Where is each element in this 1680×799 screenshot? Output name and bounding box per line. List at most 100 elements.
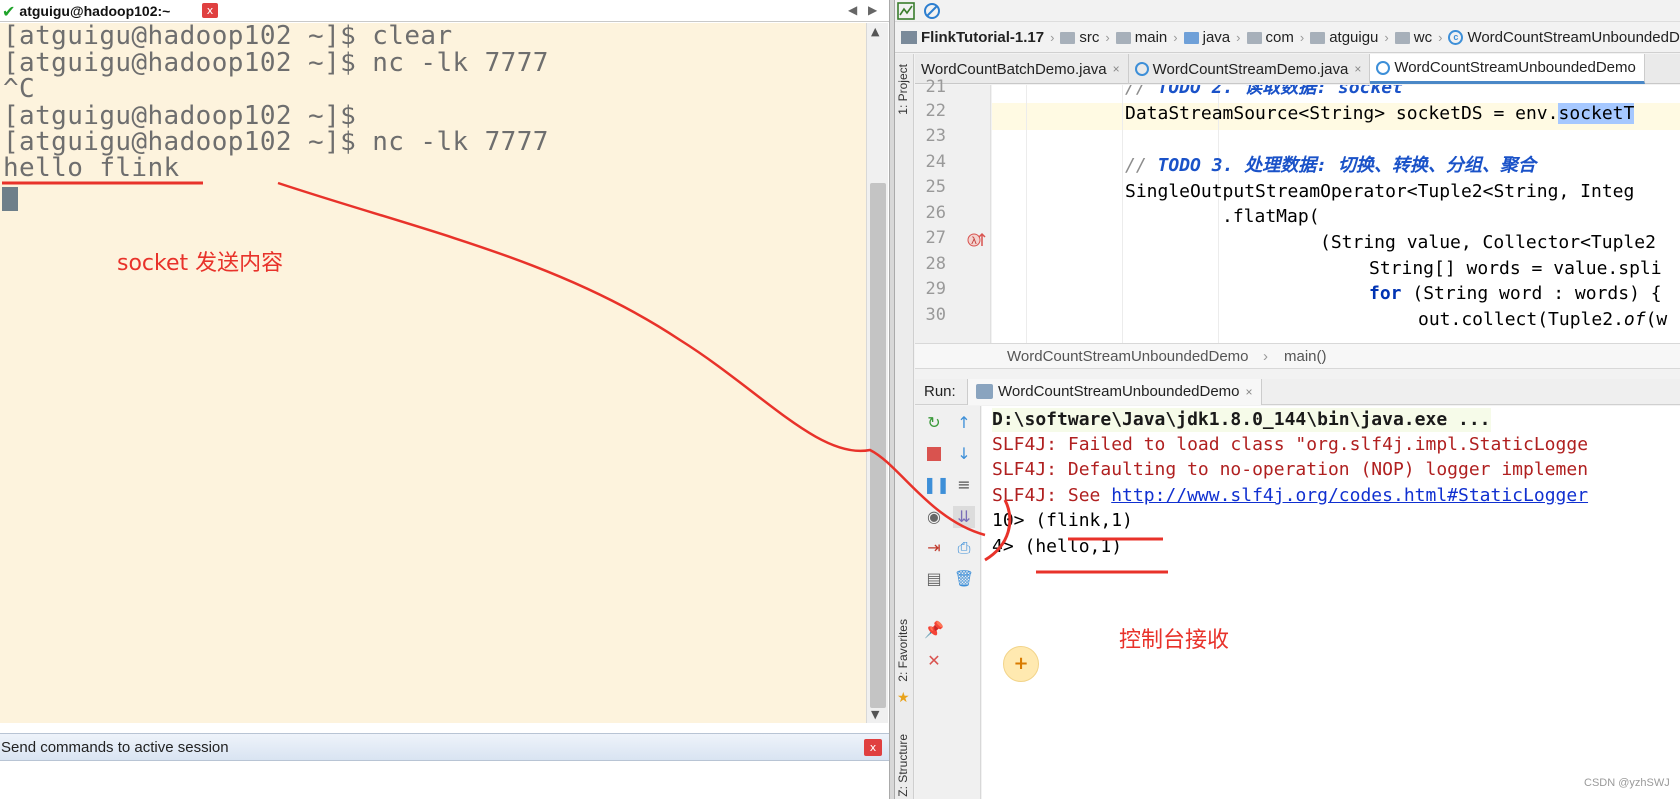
run-panel-header: Run: WordCountStreamUnboundedDemo × — [915, 379, 1680, 405]
slf4j-docs-link[interactable]: http://www.slf4j.org/codes.html#StaticLo… — [1111, 485, 1588, 506]
exit-icon[interactable]: ⇥ — [923, 537, 945, 559]
soft-wrap-icon[interactable]: ≡ — [953, 474, 975, 496]
tool-window-strip: 1: Project 2: Favorites ★ Z: Structure — [895, 54, 914, 799]
line-number-gutter: 21 22 23 24 25 26 27 28 29 30 λ — [915, 77, 991, 343]
close-run-tab-icon[interactable]: × — [1246, 385, 1253, 399]
code-line-22: DataStreamSource<String> socketDS = env.… — [1125, 103, 1635, 124]
terminal-session-tab[interactable]: ✔ atguigu@hadoop102:~ — [0, 0, 170, 22]
close-tab-icon[interactable]: × — [1113, 62, 1120, 76]
breadcrumb-wc[interactable]: wc — [1389, 29, 1438, 46]
breadcrumb-class[interactable]: cWordCountStreamUnboundedDemo — [1442, 29, 1680, 46]
clear-all-icon[interactable]: 🗑 — [953, 568, 975, 590]
breadcrumb-java[interactable]: java — [1178, 29, 1237, 46]
scroll-up-icon[interactable]: ▲ — [871, 25, 879, 38]
terminal-line: ^C — [3, 74, 36, 104]
line-number: 29 — [925, 279, 946, 299]
structure-tool-button[interactable]: Z: Structure — [896, 734, 910, 797]
folder-icon — [1060, 31, 1076, 44]
tab-wordcountbatchdemo[interactable]: WordCountBatchDemo.java × — [915, 54, 1129, 84]
connected-check-icon: ✔ — [2, 1, 16, 21]
terminal-line: [atguigu@hadoop102 ~]$ clear — [3, 23, 453, 51]
lambda-override-icon[interactable]: λ — [967, 231, 987, 249]
console-line: SLF4J: Defaulting to no-operation (NOP) … — [992, 459, 1589, 480]
terminal-cursor — [2, 187, 18, 211]
terminal-scrollbar[interactable]: ▲ ▼ — [866, 23, 888, 723]
terminal-line: hello flink — [3, 153, 180, 183]
scroll-to-end-icon[interactable]: ⇊ — [953, 506, 975, 528]
breadcrumb-project[interactable]: FlinkTutorial-1.17 — [895, 29, 1050, 46]
run-config-icon — [976, 384, 993, 399]
terminal-session-title: atguigu@hadoop102:~ — [19, 3, 171, 19]
watermark: CSDN @yzhSWJ — [1584, 777, 1670, 789]
run-toolbar: ↻ ↑ ↓ ❚❚ ≡ ◉ ⇊ ⇥ ⎙ ▤ 🗑 📌 ✕ — [915, 406, 981, 799]
code-line-28: String[] words = value.spli — [1369, 258, 1662, 279]
console-line: SLF4J: See http://www.slf4j.org/codes.ht… — [992, 485, 1589, 506]
close-tab-icon[interactable]: × — [1354, 62, 1361, 76]
terminal-line: [atguigu@hadoop102 ~]$ nc -lk 7777 — [3, 48, 549, 78]
console-line: SLF4J: Failed to load class "org.slf4j.i… — [992, 434, 1589, 455]
class-icon — [1134, 62, 1149, 76]
selected-text: socketT — [1558, 103, 1635, 124]
run-console-output[interactable]: D:\software\Java\jdk1.8.0_144\bin\java.e… — [982, 406, 1680, 799]
tab-wordcountstreamdemo[interactable]: WordCountStreamDemo.java × — [1129, 54, 1371, 84]
no-entry-icon[interactable] — [923, 2, 941, 20]
terminal-titlebar: ✔ atguigu@hadoop102:~ x ◀ ▶ — [0, 0, 889, 22]
scroll-down-arrow-icon[interactable]: ↓ — [953, 443, 975, 465]
next-tab-icon[interactable]: ▶ — [868, 3, 877, 17]
folder-icon — [1394, 31, 1410, 44]
rerun-icon[interactable]: ↻ — [923, 412, 945, 434]
breadcrumb-main[interactable]: main — [1110, 29, 1174, 46]
scroll-up-arrow-icon[interactable]: ↑ — [953, 412, 975, 434]
class-icon — [1376, 60, 1391, 75]
send-commands-bar: Send commands to active session x — [0, 733, 889, 761]
send-commands-input[interactable] — [0, 762, 889, 799]
code-line-29: for (String word : words) { — [1369, 283, 1662, 304]
send-commands-label: Send commands to active session — [1, 739, 229, 756]
close-icon[interactable]: ✕ — [923, 650, 945, 672]
close-session-button[interactable]: x — [202, 3, 218, 18]
scroll-down-icon[interactable]: ▼ — [871, 708, 879, 721]
line-number: 26 — [925, 203, 946, 223]
annotation-socket-send: socket 发送内容 — [117, 251, 284, 276]
line-number: 23 — [925, 126, 946, 146]
ide-toolbar — [895, 0, 1680, 22]
close-send-bar-button[interactable]: x — [864, 739, 882, 756]
run-panel-label: Run: — [924, 383, 956, 400]
line-number: 22 — [925, 101, 946, 121]
breadcrumb-atguigu[interactable]: atguigu — [1304, 29, 1384, 46]
svg-text:λ: λ — [971, 236, 977, 247]
run-config-tab[interactable]: WordCountStreamUnboundedDemo × — [967, 379, 1262, 405]
breadcrumb-src[interactable]: src — [1054, 29, 1105, 46]
code-line-24: // TODO 3. 处理数据: 切换、转换、分组、聚合 — [1125, 155, 1536, 176]
add-floating-button[interactable]: + — [1003, 646, 1039, 682]
dump-threads-icon[interactable]: ◉ — [923, 506, 945, 528]
pin-icon[interactable]: 📌 — [923, 619, 945, 641]
favorites-tool-button[interactable]: 2: Favorites — [896, 619, 910, 682]
method-crumb-class[interactable]: WordCountStreamUnboundedDemo — [1007, 348, 1249, 365]
pause-icon[interactable]: ❚❚ — [923, 474, 950, 496]
code-line-27: (String value, Collector<Tuple2 — [1320, 232, 1656, 253]
layout-icon[interactable]: ▤ — [923, 568, 945, 590]
terminal-window: ✔ atguigu@hadoop102:~ x ◀ ▶ [atguigu@had… — [0, 0, 889, 799]
star-icon: ★ — [897, 690, 910, 706]
stop-icon[interactable] — [923, 443, 945, 465]
prev-tab-icon[interactable]: ◀ — [848, 3, 857, 17]
print-icon[interactable]: ⎙ — [953, 537, 975, 559]
code-editor[interactable]: // TODO 2. 读取数据: socket DataStreamSource… — [992, 85, 1680, 343]
project-tool-button[interactable]: 1: Project — [896, 64, 910, 115]
console-line: 4> (hello,1) — [992, 536, 1123, 557]
line-number: 28 — [925, 254, 946, 274]
editor-tab-bar: WordCountBatchDemo.java × WordCountStream… — [915, 54, 1680, 84]
code-line-30: out.collect(Tuple2.of(w — [1418, 309, 1668, 330]
method-crumb-method[interactable]: main() — [1284, 348, 1327, 365]
code-line-26: .flatMap( — [1222, 206, 1320, 227]
line-number: 27 — [925, 228, 946, 248]
line-number: 25 — [925, 177, 946, 197]
project-icon — [901, 31, 917, 44]
tab-wordcountstreamunboundeddemo[interactable]: WordCountStreamUnboundedDemo — [1370, 54, 1645, 84]
navigation-breadcrumb: FlinkTutorial-1.17 › src › main › java ›… — [895, 23, 1680, 53]
activity-chart-icon[interactable] — [897, 2, 915, 20]
breadcrumb-com[interactable]: com — [1241, 29, 1300, 46]
terminal-scrollbar-thumb[interactable] — [870, 183, 886, 708]
terminal-screen[interactable]: [atguigu@hadoop102 ~]$ clear [atguigu@ha… — [0, 23, 866, 723]
